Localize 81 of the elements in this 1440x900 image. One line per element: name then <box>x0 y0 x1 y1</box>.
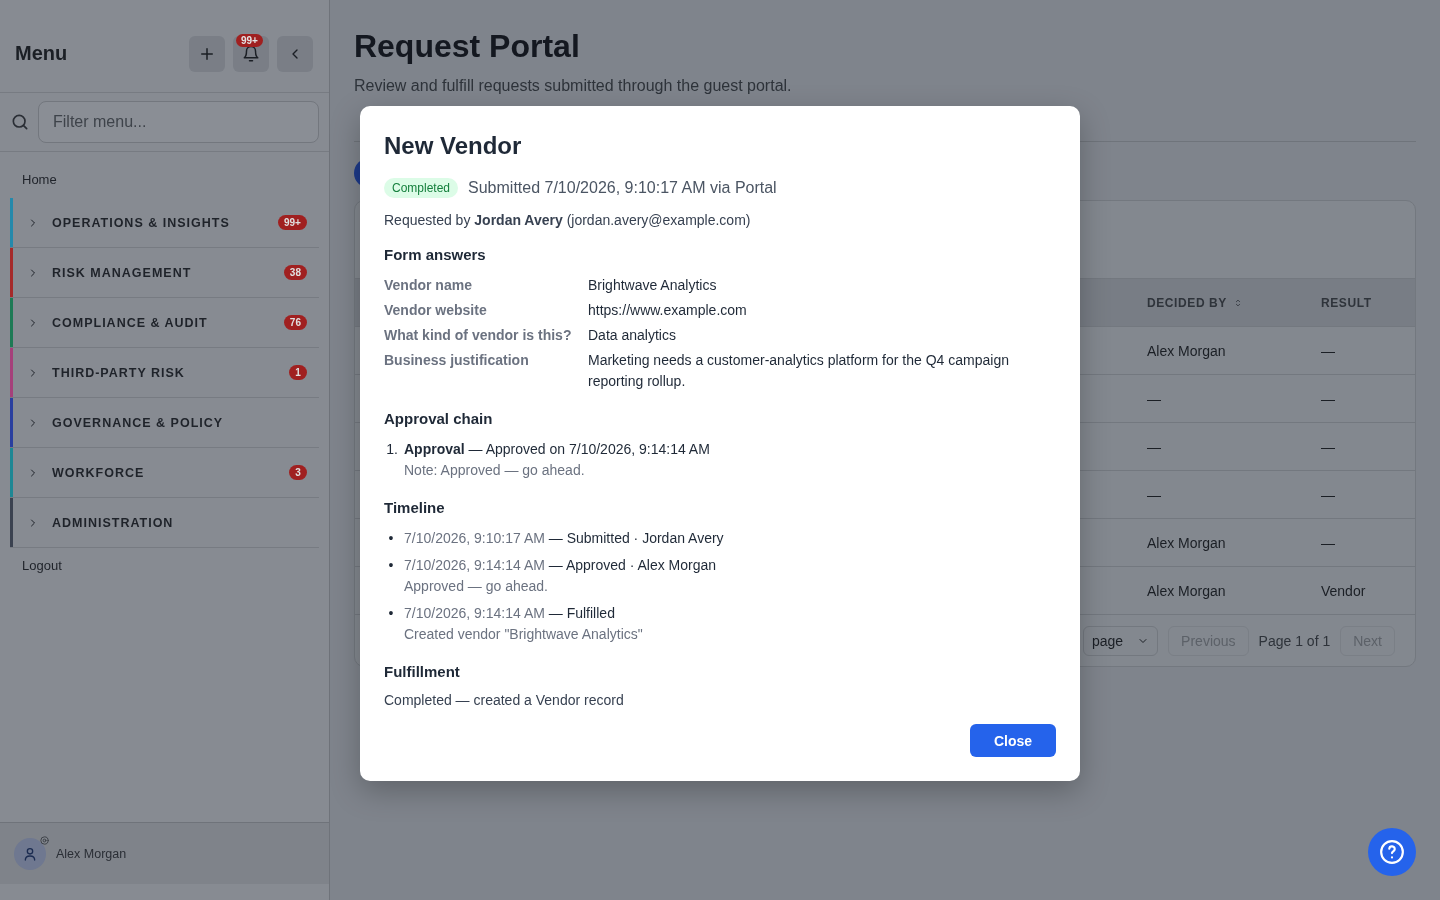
timeline-entry: 7/10/2026, 9:10:17 AM — Submitted · Jordan Avery <box>404 529 724 548</box>
menu-group[interactable]: THIRD-PARTY RISK 1 <box>10 348 319 398</box>
help-button[interactable] <box>1368 828 1416 876</box>
count-badge: 38 <box>283 265 307 280</box>
avatar[interactable] <box>14 837 46 870</box>
filter-field[interactable]: Filter menu... <box>38 101 319 143</box>
field-value: https://www.example.com <box>588 301 748 320</box>
requester-info: Requested by Jordan Avery (jordan.avery@example.com) <box>384 212 752 228</box>
field-value: Brightwave Analytics <box>588 276 718 295</box>
count-badge: 76 <box>283 315 307 330</box>
table-cell-text: Alex Morgan <box>1146 534 1227 551</box>
section-heading: Timeline <box>384 499 446 516</box>
timeline-entry: 7/10/2026, 9:14:14 AM — Fulfilled <box>404 604 616 623</box>
bullet: • <box>387 556 395 575</box>
list-number: 1. <box>385 440 398 459</box>
submitted-info: Submitted 7/10/2026, 9:10:17 AM via Portal <box>468 179 777 197</box>
table-cell-text: — <box>1146 438 1162 455</box>
menu-group-label: OPERATIONS & INSIGHTS <box>52 215 231 230</box>
table-cell-text: — <box>1146 390 1162 407</box>
page-info: Page 1 of 1 <box>1258 632 1331 649</box>
bell-icon <box>241 44 260 63</box>
user-name: Alex Morgan <box>56 846 127 861</box>
field-value: Data analytics <box>588 326 677 345</box>
table-cell-text: — <box>1320 390 1336 407</box>
timeline-entry: 7/10/2026, 9:14:14 AM — Approved · Alex Morgan <box>404 556 717 575</box>
field-label: Vendor name <box>384 276 473 295</box>
table-cell-text: — <box>1320 438 1336 455</box>
person-icon <box>22 845 38 862</box>
count-badge: 99+ <box>278 215 307 230</box>
approval-note: Note: Approved — go ahead. <box>404 461 586 480</box>
dialog-title: New Vendor <box>384 132 523 160</box>
page-subtitle: Review and fulfill requests submitted through the guest portal. <box>353 77 793 95</box>
section-heading: Approval chain <box>384 410 494 427</box>
field-value: Marketing needs a customer-analytics platform for the Q4 campaign reporting rollup. <box>588 351 1010 391</box>
menu-group-label: COMPLIANCE & AUDIT <box>52 315 209 330</box>
table-cell-text: — <box>1146 486 1162 503</box>
column-header: RESULT <box>1320 295 1373 310</box>
menu-group-label: GOVERNANCE & POLICY <box>52 415 225 430</box>
search-icon <box>10 112 30 132</box>
page-size-select[interactable]: page <box>1082 625 1159 656</box>
table-cell-text: — <box>1320 342 1336 359</box>
table-cell-text: — <box>1320 534 1336 551</box>
add-button[interactable] <box>188 35 225 72</box>
menu-group-label: ADMINISTRATION <box>52 515 175 530</box>
bullet: • <box>387 604 395 623</box>
menu-group[interactable]: COMPLIANCE & AUDIT 76 <box>10 298 319 348</box>
menu-group[interactable]: GOVERNANCE & POLICY <box>10 398 319 448</box>
table-cell-text: Vendor <box>1320 582 1367 599</box>
section-heading: Fulfillment <box>384 663 461 680</box>
field-label: Business justification <box>384 351 530 370</box>
section-heading: Form answers <box>384 246 487 263</box>
menu-group[interactable]: OPERATIONS & INSIGHTS 99+ <box>10 198 319 248</box>
column-header[interactable]: DECIDED BY <box>1146 295 1321 310</box>
home-link[interactable]: Home <box>10 162 319 198</box>
count-badge: 1 <box>288 365 307 380</box>
table-cell-text: — <box>1320 486 1336 503</box>
question-icon <box>1379 839 1405 865</box>
approval-step: Approval — Approved on 7/10/2026, 9:14:14 AM <box>404 439 710 460</box>
timeline-detail: Approved — go ahead. <box>404 577 549 596</box>
field-label: Vendor website <box>384 301 488 320</box>
status-badge: Completed <box>384 178 459 198</box>
bullet: • <box>387 529 395 548</box>
count-badge: 3 <box>288 465 307 480</box>
gear-icon <box>39 834 50 846</box>
menu-group-label: WORKFORCE <box>52 465 146 480</box>
table-cell-text: Alex Morgan <box>1146 582 1227 599</box>
menu-group[interactable]: ADMINISTRATION <box>10 498 319 548</box>
notifications-button[interactable]: 99+ <box>232 35 269 72</box>
menu-title: Menu <box>15 42 68 65</box>
logout-link[interactable]: Logout <box>10 548 319 584</box>
menu-group-label: THIRD-PARTY RISK <box>52 365 186 380</box>
close-button[interactable]: Close <box>970 724 1056 757</box>
page-title: Request Portal <box>353 28 581 65</box>
field-label: What kind of vendor is this? <box>384 326 573 345</box>
table-cell-text: Alex Morgan <box>1146 342 1227 359</box>
timeline-detail: Created vendor "Brightwave Analytics" <box>404 625 643 644</box>
menu-group[interactable]: WORKFORCE 3 <box>10 448 319 498</box>
menu-group[interactable]: RISK MANAGEMENT 38 <box>10 248 319 298</box>
fulfillment-text: Completed — created a Vendor record <box>384 692 625 708</box>
notification-badge: 99+ <box>235 33 263 47</box>
menu-group-label: RISK MANAGEMENT <box>52 265 193 280</box>
